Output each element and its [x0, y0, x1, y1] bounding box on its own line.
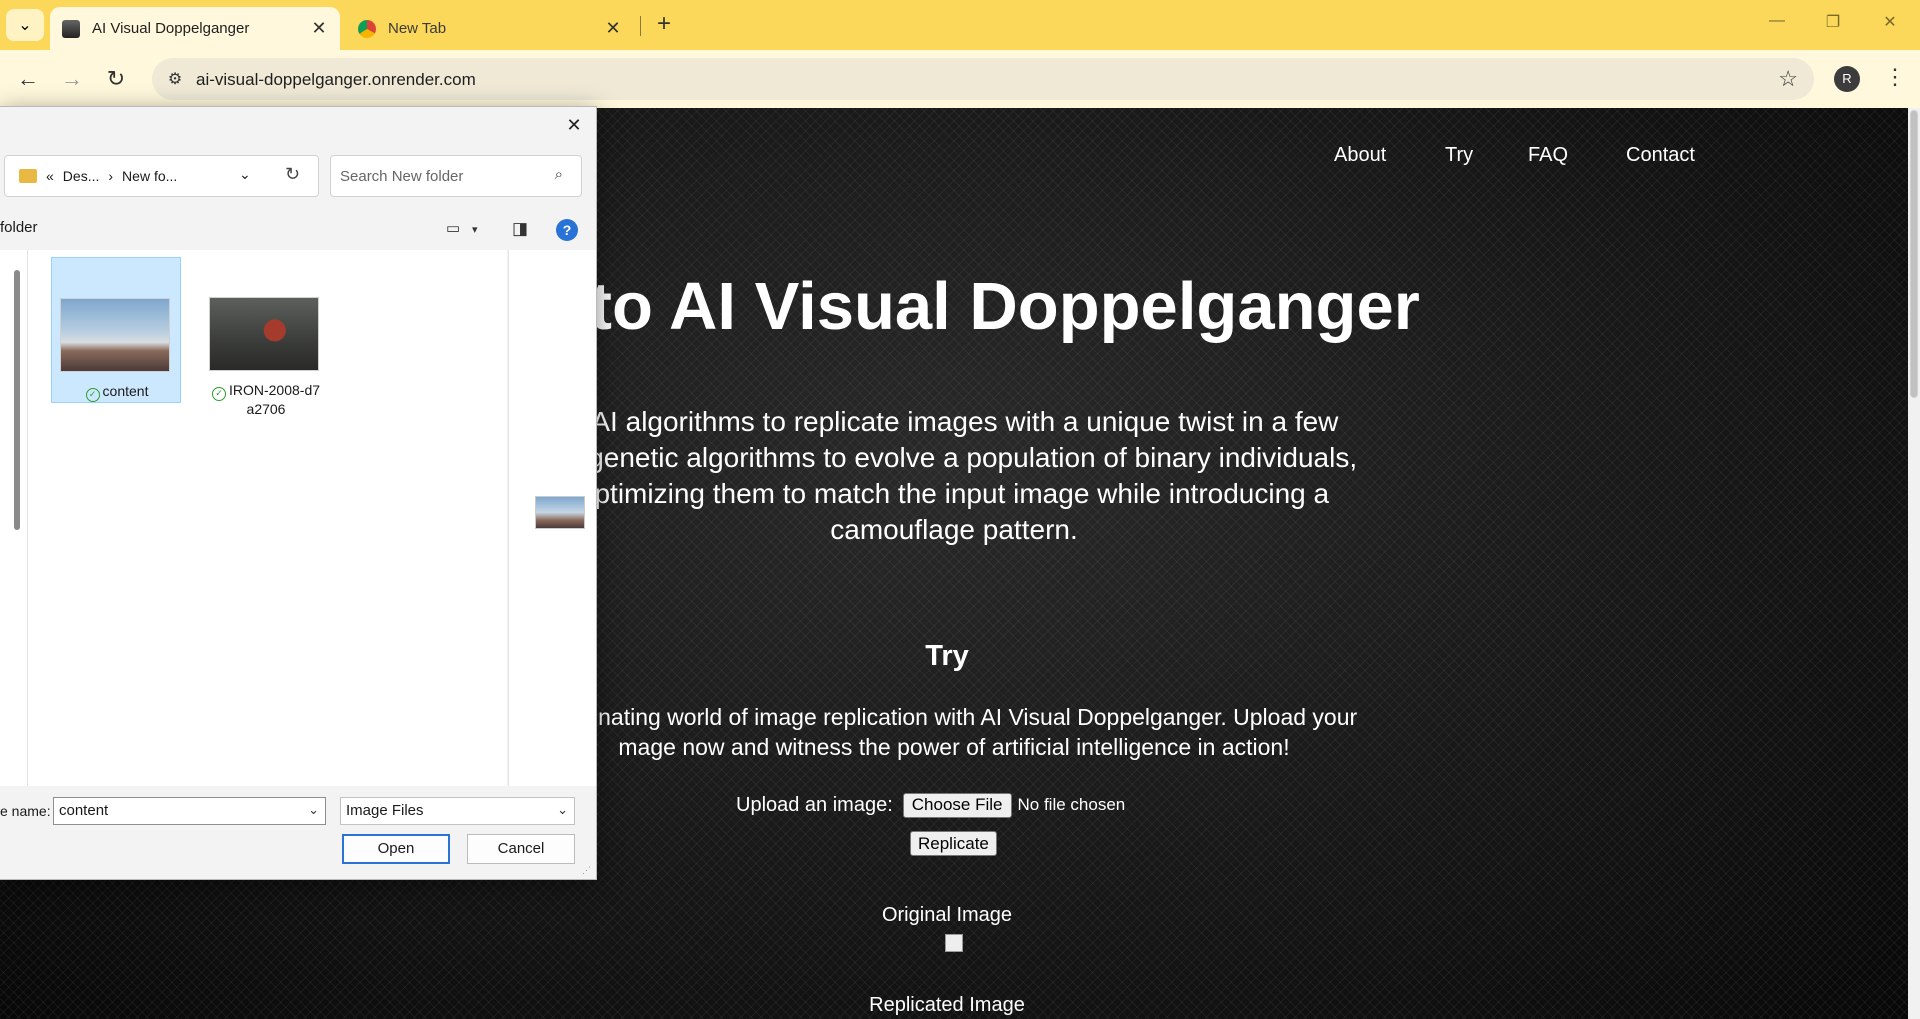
folder-icon — [19, 169, 37, 183]
tab-new-tab[interactable]: New Tab ✕ — [344, 7, 634, 50]
preview-thumbnail — [535, 496, 585, 529]
synced-check-icon: ✓ — [85, 388, 100, 402]
scrollbar-thumb[interactable] — [1910, 110, 1918, 398]
upload-label: Upload an image: — [736, 793, 893, 816]
chrome-icon — [358, 19, 376, 38]
navigation-pane[interactable] — [0, 250, 28, 786]
replicated-image-label: Replicated Image — [869, 994, 1025, 1016]
file-name-field[interactable]: content ⌄ — [53, 797, 326, 825]
reload-icon: ↻ — [106, 66, 126, 91]
cancel-button[interactable]: Cancel — [467, 834, 575, 864]
refresh-icon[interactable]: ↻ — [285, 164, 300, 185]
breadcrumb-prefix: « — [46, 168, 54, 184]
breadcrumb-new-folder[interactable]: New fo... — [122, 168, 177, 184]
page-scrollbar[interactable] — [1908, 108, 1920, 1019]
breadcrumb-separator-icon: › — [108, 168, 114, 184]
broken-image-icon — [945, 934, 963, 952]
back-button[interactable]: ← — [12, 63, 44, 95]
forward-button[interactable]: → — [56, 63, 88, 95]
url-text[interactable]: ai-visual-doppelganger.onrender.com — [196, 70, 476, 90]
nav-contact[interactable]: Contact — [1626, 144, 1695, 167]
file-item-iron[interactable]: ✓ IRON-2008-d7 a2706 — [201, 257, 331, 417]
breadcrumb[interactable]: « Des... › New fo... ⌄ ↻ — [4, 155, 319, 197]
file-name-label: e name: — [0, 803, 51, 819]
file-status: No file chosen — [1017, 795, 1126, 814]
reload-button[interactable]: ↻ — [100, 63, 132, 95]
file-name: ✓ IRON-2008-d7 — [201, 381, 331, 401]
tab-separator — [640, 16, 641, 36]
tab-strip: ⌄ AI Visual Doppelganger ✕ New Tab ✕ + —… — [0, 0, 1920, 50]
arrow-right-icon: → — [61, 66, 83, 91]
file-name: ✓ content — [52, 382, 182, 402]
view-dropdown-icon[interactable]: ▾ — [472, 223, 478, 236]
chevron-down-icon[interactable]: ⌄ — [308, 802, 319, 818]
close-tab-icon[interactable]: ✕ — [600, 16, 626, 42]
thumbnail-mountain-pagoda — [60, 298, 170, 372]
search-icon: ⌕ — [554, 166, 563, 183]
resize-grip-icon[interactable]: ⋰ — [582, 865, 592, 875]
synced-check-icon: ✓ — [211, 387, 226, 401]
chevron-down-icon: ⌄ — [18, 17, 32, 34]
arrow-left-icon: ← — [17, 66, 39, 91]
nav-try[interactable]: Try — [1445, 144, 1473, 167]
close-tab-icon[interactable]: ✕ — [306, 16, 332, 42]
ai-visual-doppelganger-favicon — [62, 19, 80, 38]
bookmark-star-icon[interactable]: ☆ — [1778, 66, 1798, 92]
upload-row: Upload an image: Choose File No file cho… — [736, 792, 1125, 818]
chevron-down-icon[interactable]: ⌄ — [239, 166, 251, 183]
help-icon[interactable]: ? — [556, 219, 578, 241]
replicate-button[interactable]: Replicate — [910, 831, 997, 856]
address-bar[interactable]: ⚙ ai-visual-doppelganger.onrender.com ☆ — [152, 58, 1814, 100]
choose-file-button[interactable]: Choose File — [902, 792, 1012, 818]
file-open-dialog: ✕ « Des... › New fo... ⌄ ↻ Search New fo… — [0, 106, 597, 880]
open-button[interactable]: Open — [342, 834, 450, 864]
chevron-down-icon: ⌄ — [557, 802, 568, 817]
tab-ai-visual-doppelganger[interactable]: AI Visual Doppelganger ✕ — [50, 7, 340, 50]
file-name-wrap: a2706 — [246, 401, 286, 417]
nav-scrollbar[interactable] — [14, 270, 20, 530]
site-info-icon[interactable]: ⚙ — [162, 66, 188, 92]
minimize-button[interactable]: — — [1762, 12, 1792, 36]
close-icon[interactable]: ✕ — [562, 115, 586, 139]
profile-avatar[interactable]: R — [1834, 66, 1860, 92]
browser-toolbar: ← → ↻ ⚙ ai-visual-doppelganger.onrender.… — [0, 50, 1920, 108]
breadcrumb-desktop[interactable]: Des... — [63, 168, 100, 184]
browser-menu-icon[interactable]: ⋮ — [1884, 64, 1906, 90]
new-tab-button[interactable]: + — [650, 11, 678, 39]
tab-title: AI Visual Doppelganger — [92, 20, 250, 37]
search-placeholder: Search New folder — [340, 167, 464, 185]
pane-label: folder — [0, 219, 38, 236]
file-type-select[interactable]: Image Files ⌄ — [340, 797, 575, 825]
preview-pane-icon[interactable]: ◨ — [512, 219, 528, 239]
view-mode-icon[interactable]: ▭ — [446, 219, 460, 237]
tab-search-button[interactable]: ⌄ — [6, 9, 44, 41]
search-input[interactable]: Search New folder ⌕ — [330, 155, 582, 197]
nav-about[interactable]: About — [1334, 144, 1386, 167]
restore-button[interactable]: ❐ — [1818, 12, 1848, 36]
file-type-value: Image Files — [346, 802, 424, 819]
original-image-label: Original Image — [881, 904, 1013, 926]
file-item-content[interactable]: ✓ content — [51, 257, 181, 403]
close-window-button[interactable]: ✕ — [1875, 12, 1905, 36]
nav-faq[interactable]: FAQ — [1528, 144, 1568, 167]
file-name-value: content — [59, 802, 109, 819]
thumbnail-iron-man — [209, 297, 319, 371]
tab-title: New Tab — [388, 20, 447, 37]
